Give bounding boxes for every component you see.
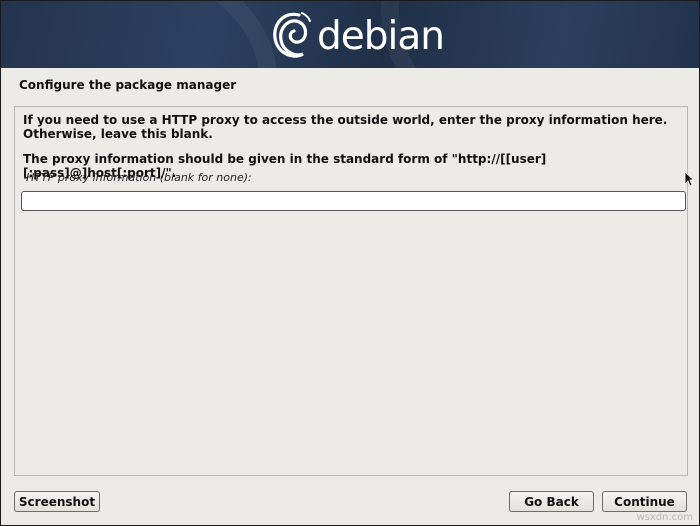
debian-swirl-icon xyxy=(273,12,311,58)
installer-window: debian Configure the package manager If … xyxy=(0,0,700,526)
page-title: Configure the package manager xyxy=(19,78,237,92)
debian-logo: debian xyxy=(269,7,445,63)
screenshot-button[interactable]: Screenshot xyxy=(14,491,100,512)
mouse-cursor-icon xyxy=(684,171,694,187)
content-panel: If you need to use a HTTP proxy to acces… xyxy=(14,106,688,476)
continue-button[interactable]: Continue xyxy=(602,491,687,512)
proxy-input[interactable] xyxy=(21,191,686,211)
debian-banner: debian xyxy=(1,1,699,68)
proxy-instructions: If you need to use a HTTP proxy to acces… xyxy=(23,113,668,141)
debian-logo-text: debian xyxy=(317,13,445,59)
watermark: wsxdn.com xyxy=(636,512,693,523)
go-back-button[interactable]: Go Back xyxy=(509,491,594,512)
banner-decoration xyxy=(1,1,277,68)
proxy-field-label: HTTP proxy information (blank for none): xyxy=(26,171,252,184)
